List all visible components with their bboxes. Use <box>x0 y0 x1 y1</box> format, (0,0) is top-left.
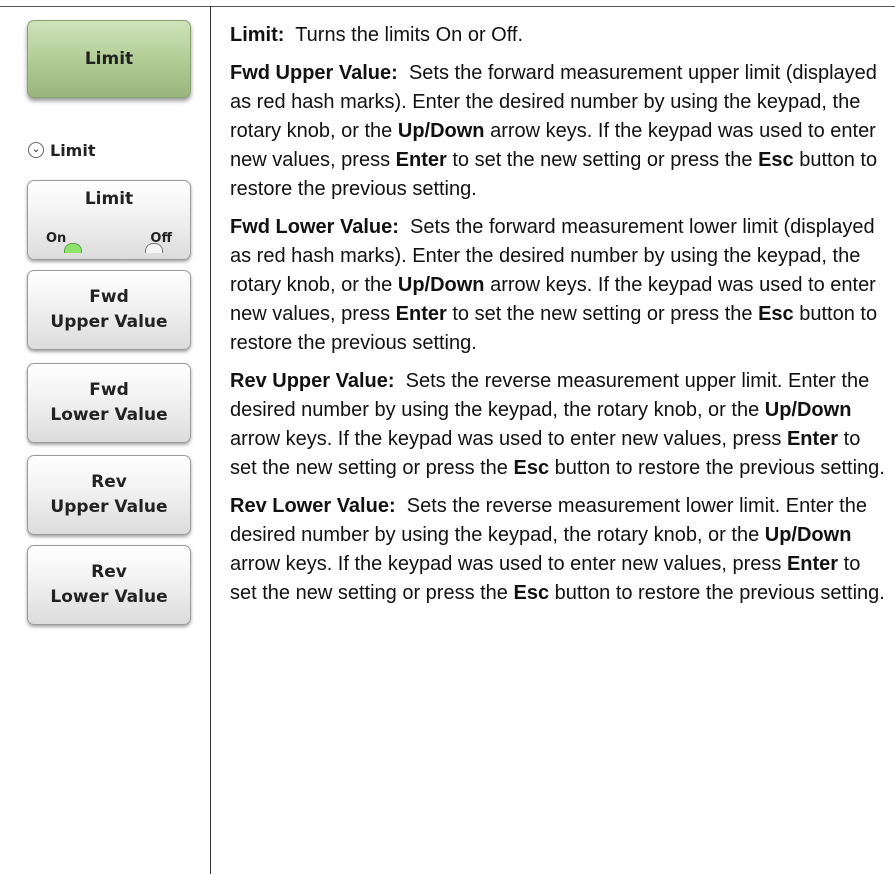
key-name: Up/Down <box>764 524 852 546</box>
key-name: Up/Down <box>397 274 485 296</box>
descriptions: Limit: Turns the limits On or Off. Fwd U… <box>230 21 885 617</box>
rev-upper-value-line2: Upper Value <box>50 497 168 517</box>
rev-lower-value-line2: Lower Value <box>50 587 168 607</box>
key-name: Esc <box>758 149 794 171</box>
description-term: Fwd Lower Value: <box>230 216 399 238</box>
toggle-off-indicator <box>145 243 163 253</box>
description-term: Rev Upper Value: <box>230 370 395 392</box>
key-name: Enter <box>395 303 447 325</box>
description-term: Fwd Upper Value: <box>230 62 398 84</box>
fwd-upper-value-line1: Fwd <box>89 287 129 307</box>
description-text: arrow keys. If the keypad was used to en… <box>230 428 782 450</box>
column-divider <box>210 6 211 874</box>
key-name: Enter <box>786 553 839 575</box>
page: Limit ⌄ Limit Limit On Off Fwd Upper Val… <box>0 0 895 874</box>
key-name: Esc <box>758 303 794 325</box>
fwd-upper-value-line2: Upper Value <box>50 312 168 332</box>
toggle-on-label: On <box>46 231 67 246</box>
rev-upper-value-line1: Rev <box>91 472 127 492</box>
limit-menu-title: ⌄ Limit <box>28 140 95 160</box>
rev-upper-value-button[interactable]: Rev Upper Value <box>27 455 191 535</box>
on-off-toggle: On Off <box>28 226 190 253</box>
description-text: to set the new setting or press the <box>452 303 753 325</box>
fwd-lower-value-line1: Fwd <box>89 380 129 400</box>
description-fwd-upper-value: Fwd Upper Value: Sets the forward measur… <box>230 59 885 204</box>
description-rev-upper-value: Rev Upper Value: Sets the reverse measur… <box>230 367 885 483</box>
fwd-lower-value-button[interactable]: Fwd Lower Value <box>27 363 191 443</box>
key-name: Enter <box>395 149 447 171</box>
key-name: Esc <box>513 457 550 479</box>
limit-toggle-label: Limit <box>84 189 134 209</box>
description-fwd-lower-value: Fwd Lower Value: Sets the forward measur… <box>230 213 885 358</box>
rev-lower-value-line1: Rev <box>91 562 127 582</box>
fwd-upper-value-button[interactable]: Fwd Upper Value <box>27 270 191 350</box>
description-text: Turns the limits On or Off. <box>295 24 524 46</box>
top-rule <box>0 6 895 7</box>
description-term: Limit: <box>230 24 285 46</box>
limit-toggle-button[interactable]: Limit On Off <box>27 180 191 260</box>
description-text: button to restore the previous setting. <box>554 582 885 604</box>
limit-menu-title-label: Limit <box>50 140 96 160</box>
fwd-lower-value-line2: Lower Value <box>50 405 168 425</box>
key-name: Up/Down <box>397 120 485 142</box>
description-term: Rev Lower Value: <box>230 495 396 517</box>
key-name: Enter <box>786 428 839 450</box>
description-text: button to restore the previous setting. <box>554 457 885 479</box>
description-limit: Limit: Turns the limits On or Off. <box>230 21 885 50</box>
limit-menu-button-label: Limit <box>84 48 134 69</box>
key-name: Up/Down <box>764 399 852 421</box>
chevron-down-icon: ⌄ <box>28 142 44 158</box>
description-text: arrow keys. If the keypad was used to en… <box>230 553 782 575</box>
description-text: to set the new setting or press the <box>452 149 753 171</box>
limit-menu-button[interactable]: Limit <box>27 20 191 98</box>
description-rev-lower-value: Rev Lower Value: Sets the reverse measur… <box>230 492 885 608</box>
key-name: Esc <box>513 582 550 604</box>
toggle-on-indicator <box>64 243 82 253</box>
rev-lower-value-button[interactable]: Rev Lower Value <box>27 545 191 625</box>
